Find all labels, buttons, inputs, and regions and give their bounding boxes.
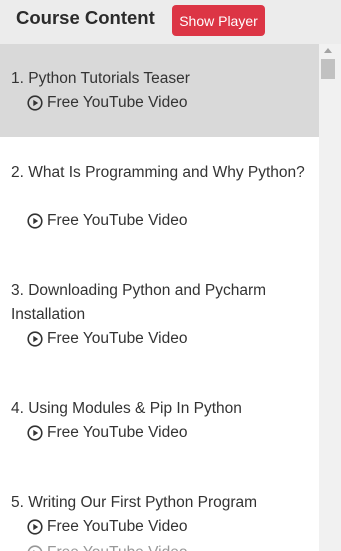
lesson-item-5[interactable]: 5. Writing Our First Python Program Free… [0,467,319,551]
lesson-subtitle-row: Free YouTube Video [27,423,187,443]
lesson-title: 3. Downloading Python and Pycharm Instal… [11,282,267,323]
vertical-scrollbar[interactable] [319,44,341,551]
lesson-title: 1. Python Tutorials Teaser [11,70,190,87]
course-content-title: Course Content [16,7,155,28]
lesson-subtitle: Free YouTube Video [47,424,188,441]
play-circle-icon [27,425,43,441]
lesson-title: 5. Writing Our First Python Program [11,494,258,511]
play-circle-icon [27,519,43,535]
lesson-subtitle: Free YouTube Video [47,330,188,347]
scrollbar-thumb[interactable] [321,59,335,79]
lesson-subtitle-row: Free YouTube Video [27,517,187,537]
play-circle-icon [27,331,43,347]
lesson-item-6[interactable]: Free YouTube Video [0,543,319,551]
lesson-item-1[interactable]: 1. Python Tutorials Teaser Free YouTube … [0,44,319,137]
lesson-subtitle: Free YouTube Video [47,543,187,551]
scroll-up-arrow-icon[interactable] [324,48,332,53]
lesson-subtitle-row: Free YouTube Video [27,329,187,349]
lesson-list: 1. Python Tutorials Teaser Free YouTube … [0,44,319,551]
course-content-header: Course Content Show Player [0,0,341,44]
lesson-subtitle-row: Free YouTube Video [27,211,187,231]
lesson-item-3[interactable]: 3. Downloading Python and Pycharm Instal… [0,255,319,373]
lesson-subtitle: Free YouTube Video [47,518,188,535]
lesson-subtitle-row: Free YouTube Video [27,93,187,113]
lesson-title: 2. What Is Programming and Why Python? [11,164,305,181]
play-circle-icon [27,545,43,551]
play-circle-icon [27,95,43,111]
lesson-subtitle-row: Free YouTube Video [27,543,187,551]
lesson-subtitle: Free YouTube Video [47,212,188,229]
lesson-title: 4. Using Modules & Pip In Python [11,400,242,417]
show-player-button[interactable]: Show Player [172,5,265,36]
lesson-item-4[interactable]: 4. Using Modules & Pip In Python Free Yo… [0,373,319,467]
lesson-item-2[interactable]: 2. What Is Programming and Why Python? F… [0,137,319,255]
lesson-subtitle: Free YouTube Video [47,94,188,111]
play-circle-icon [27,213,43,229]
